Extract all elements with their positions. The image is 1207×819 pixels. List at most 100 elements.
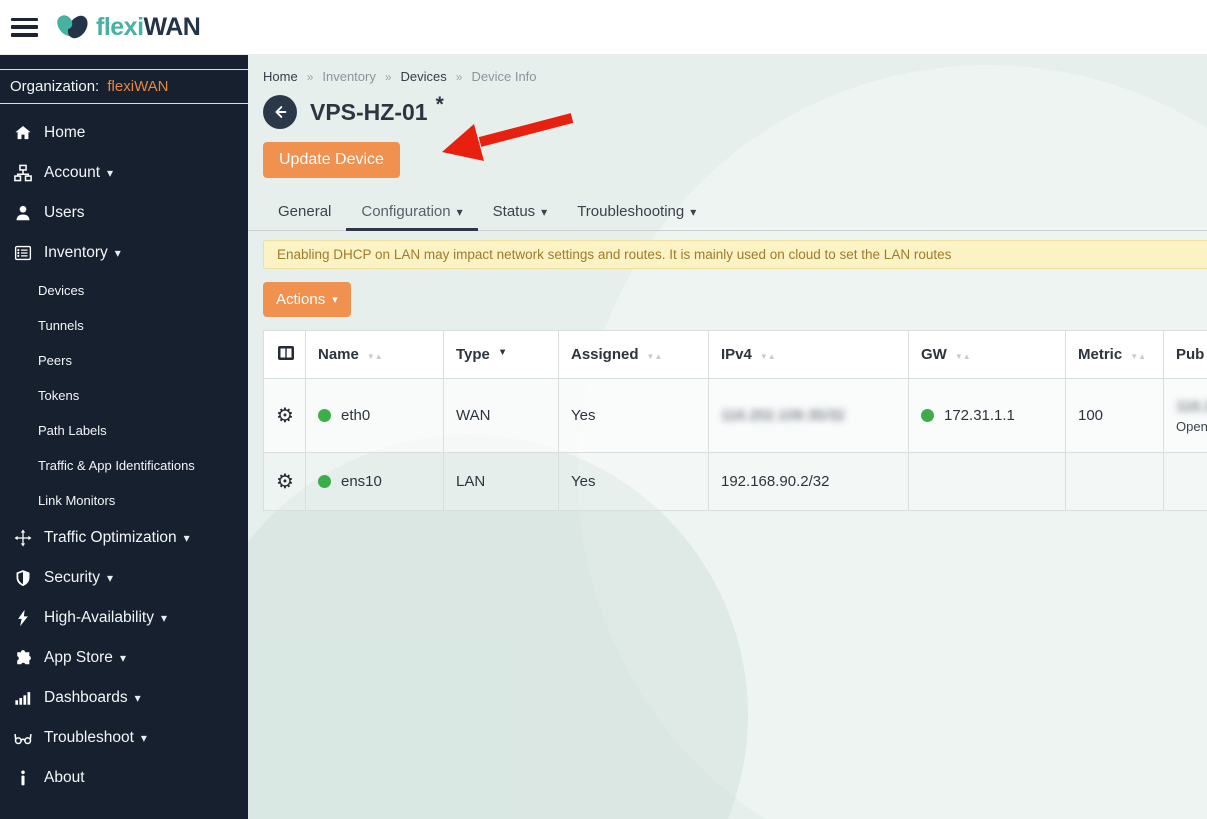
sidebar-subitem-link-monitors[interactable]: Link Monitors xyxy=(0,483,248,518)
sidebar-item-users[interactable]: Users xyxy=(0,193,248,233)
unsaved-changes-marker: * xyxy=(435,93,444,116)
list-icon xyxy=(13,243,33,263)
sort-icons[interactable]: ▼ ▲ xyxy=(367,353,383,361)
logo-wan: WAN xyxy=(143,12,201,41)
flexiwan-logo[interactable]: flexiWAN xyxy=(54,10,201,44)
column-header-gw[interactable]: GW ▼ ▲ xyxy=(908,330,1066,379)
status-dot-green xyxy=(318,409,331,422)
breadcrumb-home[interactable]: Home xyxy=(263,69,298,84)
sidebar-subitem-peers[interactable]: Peers xyxy=(0,343,248,378)
breadcrumb-separator: » xyxy=(306,69,314,84)
actions-button[interactable]: Actions ▾ xyxy=(263,282,351,317)
tab-troubleshooting[interactable]: Troubleshooting ▾ xyxy=(562,195,711,230)
home-icon xyxy=(13,123,33,143)
sidebar-subitem-tunnels[interactable]: Tunnels xyxy=(0,308,248,343)
public-ip-note: Open xyxy=(1176,418,1207,434)
tab-label: Configuration xyxy=(361,203,451,220)
columns-toggle-header[interactable] xyxy=(263,330,306,379)
sidebar-item-label: About xyxy=(44,769,85,786)
gw-cell xyxy=(908,452,1066,511)
gear-icon[interactable]: ⚙ xyxy=(276,471,294,493)
caret-down-icon: ▾ xyxy=(332,294,338,306)
column-header-name[interactable]: Name ▼ ▲ xyxy=(305,330,444,379)
redacted-public-ip: 116.2 xyxy=(1176,397,1207,415)
column-header-public[interactable]: Pub xyxy=(1163,330,1207,379)
sort-icons[interactable]: ▼ ▲ xyxy=(1130,353,1146,361)
redacted-ip: 116.202.109.35/32 xyxy=(721,407,846,424)
sidebar: Organization: flexiWAN Home Account ▾ Us… xyxy=(0,55,248,819)
sidebar-item-about[interactable]: About xyxy=(0,758,248,798)
sidebar-subitem-tokens[interactable]: Tokens xyxy=(0,378,248,413)
main-content: Home » Inventory » Devices » Device Info… xyxy=(248,55,1207,819)
sidebar-item-traffic-optimization[interactable]: Traffic Optimization ▾ xyxy=(0,518,248,558)
sort-icons[interactable]: ▼ ▲ xyxy=(760,353,776,361)
subitem-label: Link Monitors xyxy=(38,493,116,508)
sidebar-nav: Home Account ▾ Users Inventory ▾ Devices… xyxy=(0,113,248,798)
sidebar-item-high-availability[interactable]: High-Availability ▾ xyxy=(0,598,248,638)
update-device-button[interactable]: Update Device xyxy=(263,142,400,178)
row-settings-cell[interactable]: ⚙ xyxy=(263,378,306,453)
assigned-cell: Yes xyxy=(558,378,709,453)
sidebar-item-label: Dashboards xyxy=(44,689,128,706)
sort-icons[interactable]: ▼ ▲ xyxy=(647,353,663,361)
hamburger-menu-icon[interactable] xyxy=(11,17,38,37)
sidebar-item-label: High-Availability xyxy=(44,609,154,626)
tab-status[interactable]: Status ▾ xyxy=(478,195,563,230)
column-header-type[interactable]: Type ▼ xyxy=(443,330,559,379)
tab-bar: General Configuration ▾ Status ▾ Troublesh… xyxy=(248,195,1207,231)
caret-down-icon: ▾ xyxy=(160,611,168,625)
sort-icons[interactable]: ▼ ▲ xyxy=(955,353,971,361)
sidebar-item-troubleshoot[interactable]: Troubleshoot ▾ xyxy=(0,718,248,758)
sidebar-subitem-traffic-app-identifications[interactable]: Traffic & App Identifications xyxy=(0,448,248,483)
breadcrumb-devices[interactable]: Devices xyxy=(401,69,447,84)
column-header-assigned[interactable]: Assigned ▼ ▲ xyxy=(558,330,709,379)
page-title: VPS-HZ-01 xyxy=(310,98,428,125)
column-header-metric[interactable]: Metric ▼ ▲ xyxy=(1065,330,1164,379)
sidebar-item-security[interactable]: Security ▾ xyxy=(0,558,248,598)
breadcrumb-inventory[interactable]: Inventory xyxy=(322,69,375,84)
sidebar-item-label: Security xyxy=(44,569,100,586)
top-bar: flexiWAN xyxy=(0,0,1207,55)
back-button[interactable] xyxy=(263,95,297,129)
public-ip-cell: 116.2 Open xyxy=(1163,378,1207,453)
breadcrumb-device-info: Device Info xyxy=(471,69,537,84)
column-header-ipv4[interactable]: IPv4 ▼ ▲ xyxy=(708,330,909,379)
sidebar-item-label: App Store xyxy=(44,649,113,666)
info-icon xyxy=(13,768,33,788)
tab-label: General xyxy=(278,203,332,220)
organization-name-link[interactable]: flexiWAN xyxy=(107,78,168,95)
puzzle-icon xyxy=(13,648,33,668)
metric-cell xyxy=(1065,452,1164,511)
tab-label: Troubleshooting xyxy=(577,203,685,220)
sidebar-item-label: Inventory xyxy=(44,244,108,261)
status-dot-green xyxy=(318,475,331,488)
sidebar-item-label: Traffic Optimization xyxy=(44,529,177,546)
caret-down-icon: ▾ xyxy=(690,204,697,219)
metric-cell: 100 xyxy=(1065,378,1164,453)
tab-configuration[interactable]: Configuration ▾ xyxy=(346,195,478,231)
table-header-row: Name ▼ ▲ Type ▼ Assigned ▼ ▲ IPv4 ▼ ▲ GW ▼ ▲ Metr… xyxy=(263,330,1207,379)
sidebar-item-home[interactable]: Home xyxy=(0,113,248,153)
dhcp-warning-banner: Enabling DHCP on LAN may impact network … xyxy=(263,240,1207,269)
sidebar-item-inventory[interactable]: Inventory ▾ xyxy=(0,233,248,273)
sidebar-item-app-store[interactable]: App Store ▾ xyxy=(0,638,248,678)
table-row-ens10: ⚙ ens10 LAN Yes 192.168.90.2/32 xyxy=(263,452,1207,511)
interfaces-table: Name ▼ ▲ Type ▼ Assigned ▼ ▲ IPv4 ▼ ▲ GW ▼ ▲ Metr… xyxy=(263,330,1207,511)
subitem-label: Devices xyxy=(38,283,85,298)
row-settings-cell[interactable]: ⚙ xyxy=(263,452,306,511)
move-arrows-icon xyxy=(13,528,33,548)
sidebar-item-dashboards[interactable]: Dashboards ▾ xyxy=(0,678,248,718)
sidebar-item-account[interactable]: Account ▾ xyxy=(0,153,248,193)
type-cell: LAN xyxy=(443,452,559,511)
name-cell: eth0 xyxy=(305,378,444,453)
sort-desc-icon[interactable]: ▼ xyxy=(498,347,507,358)
tab-general[interactable]: General xyxy=(263,195,346,230)
actions-label: Actions xyxy=(276,291,326,308)
device-title-row: VPS-HZ-01 * xyxy=(263,93,1207,129)
caret-down-icon: ▾ xyxy=(134,691,141,705)
gear-icon[interactable]: ⚙ xyxy=(276,405,294,427)
subitem-label: Tokens xyxy=(38,388,80,403)
sidebar-subitem-devices[interactable]: Devices xyxy=(0,273,248,308)
sitemap-icon xyxy=(13,163,33,183)
sidebar-subitem-path-labels[interactable]: Path Labels xyxy=(0,413,248,448)
